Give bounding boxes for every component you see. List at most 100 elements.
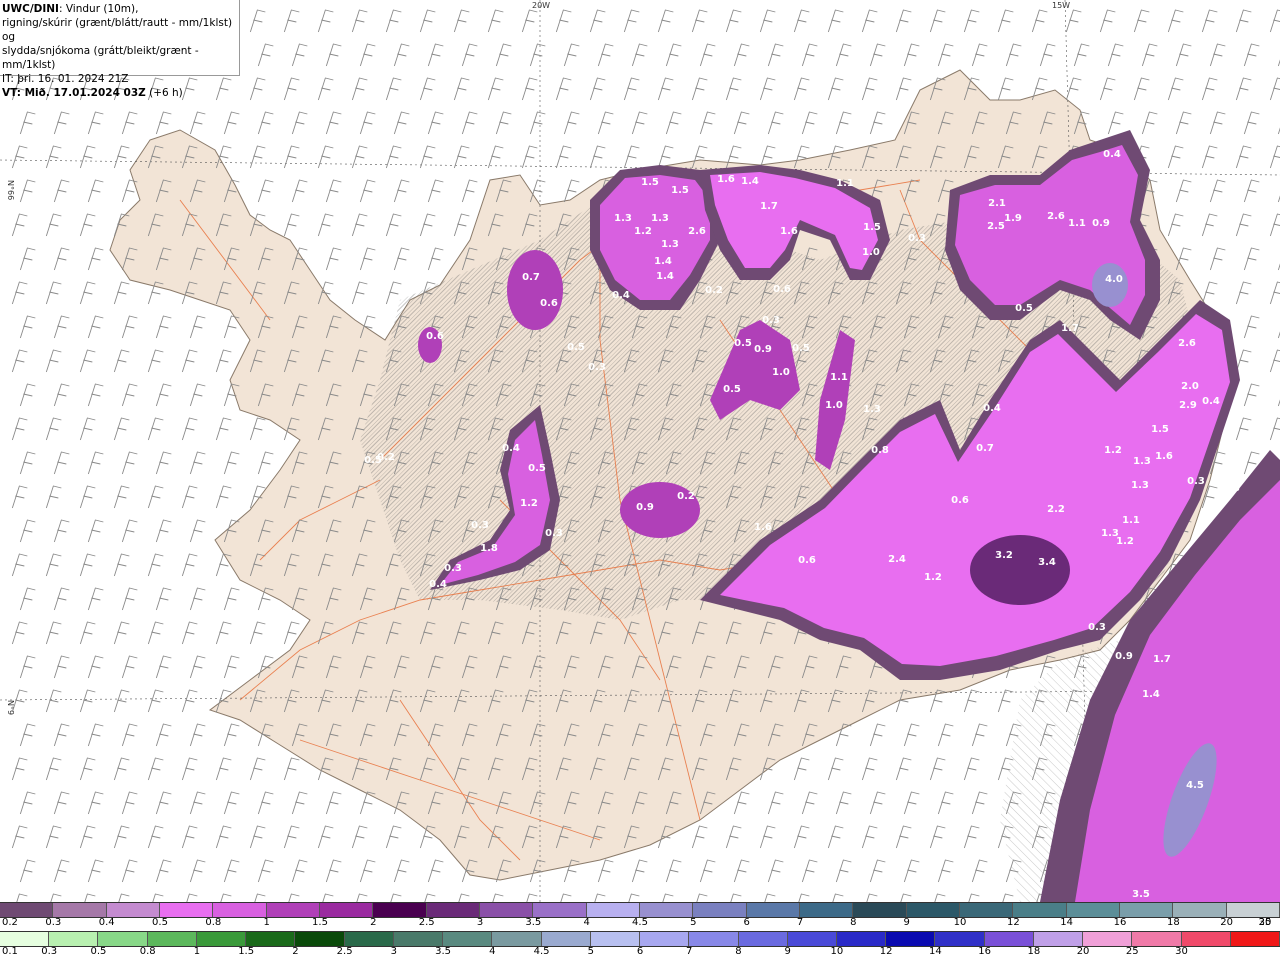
legend-tick-label: 0.1 (2, 946, 18, 957)
precip-value-label: 2.2 (1047, 504, 1065, 515)
legend-tick-label: 0.5 (90, 946, 107, 957)
precip-value-label: 3.5 (1132, 889, 1150, 900)
precip-value-label: 1.1 (836, 178, 854, 189)
precip-value-label: 1.3 (661, 239, 679, 250)
precip-value-label: 1.2 (1104, 445, 1122, 456)
legend-swatch (590, 932, 641, 946)
legend-swatch (0, 932, 50, 946)
precip-value-label: 0.3 (444, 563, 462, 574)
precip-value-label: 0.9 (1092, 218, 1110, 229)
legend-tick-label: 14 (929, 946, 942, 957)
legend-swatch (393, 932, 444, 946)
legend-tick-label: 12 (1006, 917, 1020, 928)
legend-tick-label: 9 (903, 917, 910, 928)
precip-value-label: 3.4 (1038, 557, 1056, 568)
title-line1: : Vindur (10m), (58, 3, 139, 15)
lon-label-15w: 15W (1052, 1, 1070, 10)
legend-tick-label: 9 (784, 946, 791, 957)
precip-value-label: 0.3 (588, 362, 606, 373)
legend-swatch (836, 932, 887, 946)
legend-tick-label: 16 (978, 946, 991, 957)
legend-rain-labels: 0.1 0.3 0.5 0.8 1 1.5 2 2.5 3 3.5 4 4.5 5 6 7 8 9 10 12 14 1… (0, 946, 1280, 959)
legend-swatch (0, 903, 54, 917)
legend-tick-label: 6 (743, 917, 750, 928)
precip-value-label: 1.1 (830, 372, 848, 383)
legend-swatch (49, 932, 99, 946)
precip-value-label: 1.3 (863, 404, 881, 415)
precip-value-label: 0.5 (1015, 303, 1033, 314)
precip-value-label: 2.9 (1179, 400, 1197, 411)
legend-tick-label: 30 (1175, 946, 1188, 957)
precip-value-label: 4.5 (1186, 780, 1204, 791)
precip-value-label: 0.5 (567, 342, 585, 353)
legend-rain-swatches (0, 931, 1280, 947)
legend-snow-swatches (0, 902, 1280, 918)
legend-swatch (492, 932, 542, 946)
legend-tick-label: 4 (489, 946, 496, 957)
legend-swatch (1230, 932, 1280, 946)
precip-value-label: 1.8 (480, 543, 498, 554)
legend-tick-label: 1.5 (312, 917, 328, 928)
precip-value-label: 1.2 (924, 572, 942, 583)
legend-tick-label: 8 (735, 946, 742, 957)
legend-tick-label: 18 (1027, 946, 1041, 957)
precip-value-label: 1.5 (641, 177, 659, 188)
precip-value-label: 0.3 (1187, 476, 1205, 487)
precip-value-label: 0.6 (951, 495, 969, 506)
legend-swatch (246, 932, 296, 946)
legend-swatch (53, 903, 107, 917)
legend-swatch (196, 932, 247, 946)
precip-value-label: 0.5 (528, 463, 546, 474)
lead-time: (+6 h) (145, 87, 183, 99)
legend-swatch (1181, 932, 1231, 946)
precip-value-label: 0.4 (502, 443, 520, 454)
precip-value-label: 0.6 (540, 298, 558, 309)
precip-value-label: 1.6 (1155, 451, 1173, 462)
legend-tick-label: 0.3 (45, 917, 62, 928)
legend-swatch (106, 903, 160, 917)
precip-value-label: 1.5 (1151, 424, 1169, 435)
legend-swatch (1119, 903, 1174, 917)
legend-tick-label: 4.5 (533, 946, 550, 957)
legend-swatch (1226, 903, 1280, 917)
legend-tick-label: 20 (1220, 917, 1234, 928)
precip-value-label: 0.9 (1115, 651, 1133, 662)
precip-value-label: 0.3 (545, 528, 563, 539)
precip-value-label: 1.3 (1133, 456, 1151, 467)
precip-value-label: 0.2 (705, 285, 723, 296)
legend-swatch (373, 903, 427, 917)
precip-value-label: 0.3 (471, 520, 489, 531)
lat-label-66n: N°66 (6, 180, 15, 200)
precip-value-label: 0.7 (976, 443, 994, 454)
legend-tick-label: 8 (850, 917, 857, 928)
precip-value-label: 1.7 (1061, 323, 1079, 334)
legend-swatch (1173, 903, 1227, 917)
precip-value-label: 1.6 (780, 226, 798, 237)
title-line2: rigning/skúrir (grænt/blátt/rautt - mm/1… (2, 17, 233, 43)
legend-tick-label: 30 (1258, 917, 1272, 928)
title-line3: slydda/snjókoma (grátt/bleikt/grænt - mm… (2, 45, 199, 71)
legend-swatch (295, 932, 345, 946)
precip-value-label: 1.2 (634, 226, 652, 237)
legend-tick-label: 0.4 (98, 917, 115, 928)
precip-value-label: 0.9 (636, 502, 654, 513)
legend-swatch (443, 932, 493, 946)
precip-value-label: 0.4 (983, 403, 1001, 414)
issue-time: IT: þri. 16. 01. 2024 21Z (2, 73, 129, 85)
legend-tick-label: 2.5 (418, 917, 435, 928)
legend-swatch (98, 932, 148, 946)
precip-core-ne (1092, 263, 1128, 307)
legend-tick-label: 4 (583, 917, 590, 928)
precip-value-label: 2.6 (688, 226, 706, 237)
legend-snow: 0.2 0.3 0.4 0.5 0.8 1 1.5 2 2.5 3 3.5 4 4.5 5 6 7 8 9 10 12… (0, 902, 1280, 931)
legend-tick-label: 3.5 (435, 946, 452, 957)
precip-value-label: 0.8 (871, 445, 889, 456)
precip-value-label: 0.4 (429, 579, 447, 590)
precip-value-label: 0.5 (734, 338, 752, 349)
precip-value-label: 2.0 (1181, 381, 1199, 392)
legend-swatch (984, 932, 1034, 946)
legend-tick-label: 1 (193, 946, 201, 957)
precip-value-label: 4.0 (1105, 274, 1123, 285)
model-name: UWC/DINI (2, 3, 59, 15)
legend-tick-label: 3 (476, 917, 484, 928)
